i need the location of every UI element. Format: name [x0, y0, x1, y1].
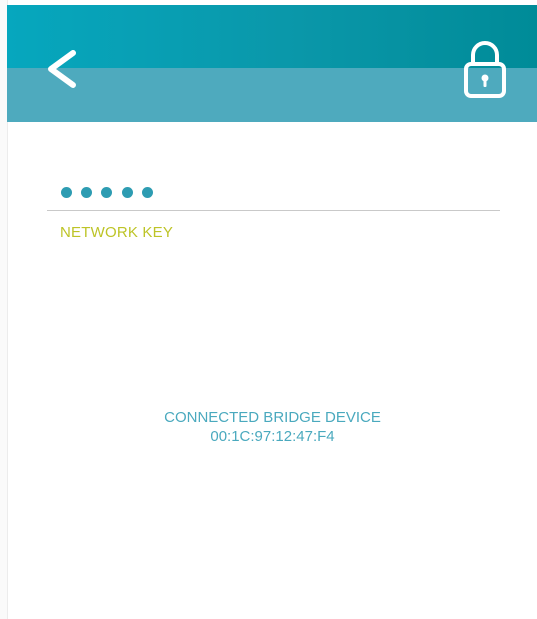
device-title: CONNECTED BRIDGE DEVICE: [164, 409, 381, 426]
back-button[interactable]: [43, 47, 85, 91]
password-dot: [101, 187, 112, 198]
device-mac-address: 00:1C:97:12:47:F4: [210, 428, 335, 445]
password-dot: [81, 187, 92, 198]
chevron-left-icon: [48, 50, 76, 88]
network-key-input[interactable]: •••••: [47, 178, 500, 211]
lock-button[interactable]: [462, 40, 508, 100]
header-top-band: [7, 5, 537, 68]
password-mask: •••••: [47, 178, 48, 179]
password-dot: [61, 187, 72, 198]
network-key-label: NETWORK KEY: [60, 224, 174, 241]
app-header: [7, 5, 537, 122]
lock-icon: [464, 41, 506, 98]
header-bottom-band: [7, 68, 537, 122]
connected-device-info: CONNECTED BRIDGE DEVICE 00:1C:97:12:47:F…: [0, 408, 537, 446]
password-dot: [122, 187, 133, 198]
password-dot: [142, 187, 153, 198]
